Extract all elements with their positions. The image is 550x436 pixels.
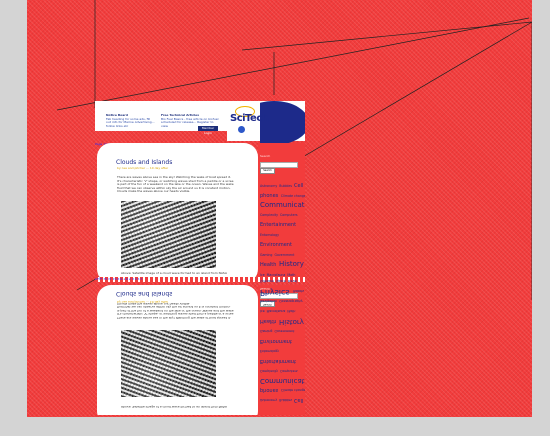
tag-link[interactable]: Navigation (260, 299, 278, 303)
sidebar-search-button[interactable]: Search (260, 168, 275, 174)
tag-link[interactable]: phones (260, 193, 280, 199)
tag-link[interactable]: phones (260, 387, 280, 393)
tag-link[interactable]: Gaming (260, 329, 273, 333)
tag-link[interactable]: Environment (260, 242, 292, 248)
guide-line[interactable] (56, 17, 530, 111)
tag-link[interactable]: Health (260, 262, 278, 268)
page-numbers-mirrored[interactable]: Page 12 11 10 9 8 7 6 5 4 3 2 1 (95, 277, 142, 281)
tag-link[interactable]: Entomology (260, 349, 279, 353)
article-byline: by: lee and pitcher ... 10 day after (117, 166, 169, 170)
tag-link[interactable]: Environment (260, 338, 292, 344)
header-bar: Notice Board Fab heading for some ads, f… (95, 101, 227, 135)
tag-link[interactable]: Entertainment (260, 358, 296, 364)
tag-link[interactable]: History (279, 318, 304, 326)
tag-link[interactable]: Health (260, 318, 278, 324)
tag-link[interactable]: Macrofauna (267, 309, 287, 313)
tag-link[interactable]: Bubbles (279, 184, 293, 188)
tag-link[interactable]: Gaming (260, 253, 273, 257)
tag-cloud-mirrored: Astronomy Bubbles Cell phones Climate ch… (260, 277, 305, 407)
webpage-fragment-mirrored: Page 12 11 10 9 8 7 6 5 4 3 2 1 Clouds a… (95, 277, 305, 415)
tag-link[interactable]: Complexity (260, 213, 279, 217)
design-canvas[interactable]: Notice Board Fab heading for some ads, f… (27, 0, 532, 417)
tag-link[interactable]: Math (287, 309, 295, 313)
tag-link[interactable]: Bubbles (279, 398, 293, 402)
tag-link[interactable]: Astronomy (260, 398, 278, 402)
tag-link[interactable]: Computers (280, 369, 298, 373)
tag-link[interactable]: Climate change (281, 194, 305, 198)
tag-link[interactable]: Cell (294, 397, 303, 403)
notice-board-text: Fab heading for some ads, fill out info … (106, 116, 155, 128)
tag-link[interactable]: History (279, 260, 304, 268)
article-title: Clouds and Islands (116, 159, 173, 166)
image-caption-mirrored: Above: Satellite image of a cloud wave f… (121, 405, 227, 409)
tag-link[interactable]: Oceanography (279, 299, 302, 303)
tag-link[interactable]: Robots (293, 289, 304, 293)
satellite-image-mirrored (121, 330, 216, 397)
tag-link[interactable]: Astronomy (260, 184, 278, 188)
sidebar-heading: Search (260, 154, 271, 158)
image-caption: Above: Satellite image of a cloud wave f… (121, 271, 227, 275)
logo-text: SciTech (230, 113, 269, 124)
tag-link[interactable]: Space (276, 279, 287, 283)
tag-link[interactable]: travel (288, 279, 297, 283)
tag-link[interactable]: Software (260, 279, 275, 283)
article-title-mirrored: Clouds and Islands (116, 290, 173, 297)
tag-link[interactable]: Entomology (260, 233, 279, 237)
article-body-mirrored: There are waves above sea in the sky! Wa… (117, 302, 234, 320)
scitech-logo[interactable]: SciTech (227, 101, 305, 145)
tag-link[interactable]: Government (274, 329, 294, 333)
tag-link[interactable]: Climate change (281, 388, 305, 392)
tag-link[interactable]: Computers (280, 213, 298, 217)
webpage-fragment-top: Notice Board Fab heading for some ads, f… (95, 101, 305, 277)
tag-link[interactable]: Complexity (260, 369, 279, 373)
tag-link[interactable]: Ice (260, 309, 266, 313)
satellite-image (121, 201, 216, 268)
tag-link[interactable]: Government (274, 253, 294, 257)
tag-link[interactable]: Communication (260, 201, 305, 209)
tag-link[interactable]: Entertainment (260, 222, 296, 228)
article-body: There are waves above sea in the sky! Wa… (117, 175, 234, 193)
tag-link[interactable]: Communication (260, 377, 305, 385)
tag-cloud: Astronomy Bubbles Cell phones Climate ch… (260, 179, 305, 278)
tag-link[interactable]: Cell (294, 183, 303, 189)
notice-board[interactable]: Notice Board Fab heading for some ads, f… (106, 113, 156, 128)
tag-link[interactable]: Physics (260, 288, 292, 297)
member-login-button[interactable]: Member Login (198, 126, 218, 135)
planet-icon (238, 126, 245, 133)
